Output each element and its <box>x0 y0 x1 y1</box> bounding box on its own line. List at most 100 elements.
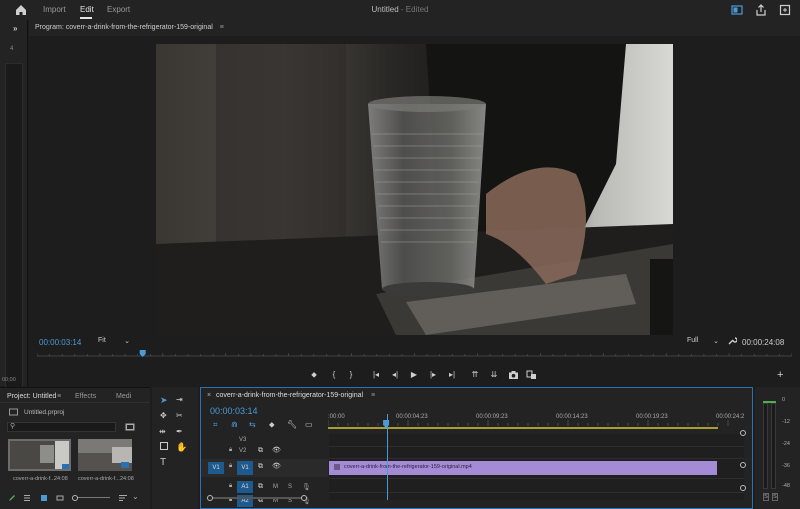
nest-icon[interactable]: ⌗ <box>213 420 218 430</box>
type-tool-icon[interactable]: T <box>160 457 166 468</box>
step-back-icon[interactable]: ◂| <box>389 370 401 380</box>
comparison-view-icon[interactable] <box>526 370 537 380</box>
add-marker-icon[interactable]: ⬥ <box>269 420 275 430</box>
microphone-icon[interactable]: 🎙︎ <box>302 483 311 491</box>
scrollbar-end-handle[interactable] <box>301 495 307 501</box>
lock-icon[interactable]: 🔒︎ <box>229 483 232 490</box>
tab-project[interactable]: Project: Untitled <box>7 393 56 400</box>
media-thumbnail[interactable] <box>78 439 132 471</box>
track-target-v1[interactable]: V1 <box>237 461 253 475</box>
step-forward-icon[interactable]: |▸ <box>427 370 439 380</box>
sync-lock-icon[interactable]: ⧉ <box>258 483 263 491</box>
meter-solo-left[interactable]: S <box>763 493 769 501</box>
eye-icon[interactable]: 👁︎ <box>272 446 281 454</box>
go-to-in-icon[interactable]: |◂ <box>370 370 382 380</box>
eye-icon[interactable]: 👁︎ <box>272 462 281 470</box>
media-thumbnail[interactable] <box>8 439 71 471</box>
tab-media-browser[interactable]: Medi <box>116 393 131 400</box>
play-icon[interactable]: ▶ <box>408 370 420 380</box>
pen-tool-icon[interactable]: ✒ <box>176 427 183 436</box>
settings-wrench-icon[interactable]: 🔧︎ <box>287 420 297 429</box>
vertical-zoom-handle[interactable] <box>740 485 746 491</box>
chevron-down-icon[interactable]: ⌄ <box>132 492 139 501</box>
collapsed-panel-bar <box>5 63 23 398</box>
sync-lock-icon[interactable]: ⧉ <box>258 463 263 471</box>
extract-icon[interactable]: ⇊ <box>488 370 500 380</box>
mark-out-icon[interactable]: } <box>345 370 357 380</box>
share-icon[interactable] <box>754 3 768 17</box>
project-search-input[interactable]: ⚲ <box>7 422 116 432</box>
source-timecode: 00;00 <box>2 377 16 383</box>
scrub-ticks <box>37 353 792 356</box>
project-file-name: Untitled.prproj <box>24 409 65 416</box>
video-frame[interactable] <box>156 44 673 335</box>
vertical-zoom-handle[interactable] <box>740 430 746 436</box>
settings-wrench-icon[interactable] <box>727 336 737 346</box>
icon-view-icon[interactable] <box>40 494 48 502</box>
source-monitor-collapsed: » 4 00;00 <box>0 20 28 398</box>
sort-icon[interactable] <box>118 494 128 502</box>
selection-tool-icon[interactable]: ➤ <box>160 395 168 406</box>
meter-solo-right[interactable]: S <box>772 493 778 501</box>
clip-name: coverr-a-drink-from-the-refrigerator-159… <box>344 464 472 470</box>
sequence-tab[interactable]: coverr-a-drink-from-the-refrigerator-159… <box>216 392 363 399</box>
go-to-out-icon[interactable]: ▸| <box>446 370 458 380</box>
track-name: V3 <box>239 437 247 443</box>
tab-divider <box>0 402 150 403</box>
track-area[interactable]: coverr-a-drink-from-the-refrigerator-159… <box>329 414 744 500</box>
lock-icon[interactable]: 🔒︎ <box>229 447 232 454</box>
add-marker-icon[interactable]: ⬥ <box>308 370 320 380</box>
mute-button[interactable]: M <box>273 484 278 490</box>
program-scrub-bar[interactable] <box>37 350 792 360</box>
playback-resolution-dropdown[interactable]: Full ⌄ <box>687 337 721 347</box>
freeform-view-icon[interactable] <box>56 494 64 502</box>
panel-menu-icon[interactable]: ≡ <box>371 392 375 399</box>
source-patch-v1[interactable]: V1 <box>208 462 224 474</box>
fullscreen-icon[interactable] <box>778 3 792 17</box>
chevron-down-icon: ⌄ <box>713 338 719 345</box>
track-select-tool-icon[interactable]: ⇥ <box>176 395 183 404</box>
ripple-edit-tool-icon[interactable]: ✥ <box>160 411 167 420</box>
zoom-level-dropdown[interactable]: Fit ⌄ <box>98 337 132 347</box>
hand-tool-icon[interactable]: ✋ <box>176 442 187 453</box>
new-bin-icon[interactable] <box>125 422 135 431</box>
track-divider <box>329 458 744 459</box>
tab-effects[interactable]: Effects <box>75 393 96 400</box>
pencil-icon[interactable] <box>8 494 16 502</box>
rectangle-tool-icon[interactable] <box>160 442 168 450</box>
timeline-playhead[interactable] <box>387 414 389 500</box>
program-monitor: Program: coverr-a-drink-from-the-refrige… <box>29 20 800 386</box>
sync-lock-icon[interactable]: ⧉ <box>258 447 263 455</box>
program-current-timecode[interactable]: 00:00:03:14 <box>39 338 81 347</box>
scrollbar-start-handle[interactable] <box>207 495 213 501</box>
button-editor-icon[interactable]: + <box>777 369 783 381</box>
ruler-label: 00:00:24:2 <box>716 414 745 420</box>
panel-menu-icon[interactable]: ≡ <box>220 24 224 31</box>
track-header-v3: V3 <box>201 436 328 445</box>
ruler-playhead-marker[interactable] <box>383 420 390 428</box>
captions-icon[interactable]: ▭ <box>305 420 313 429</box>
lift-icon[interactable]: ⇈ <box>469 370 481 380</box>
time-ruler[interactable]: :00:00 00:00:04:23 00:00:09:23 00:00:14:23 0… <box>328 408 748 432</box>
list-view-icon[interactable] <box>23 494 31 502</box>
thumbnail-size-slider[interactable] <box>72 495 112 501</box>
ruler-label: 00:00:04:23 <box>396 414 428 420</box>
export-frame-icon[interactable] <box>508 370 519 380</box>
timeline-timecode[interactable]: 00:00:03:14 <box>210 406 258 416</box>
panel-menu-icon[interactable]: ≡ <box>57 393 61 400</box>
horizontal-zoom-scrollbar[interactable] <box>207 495 307 501</box>
workspace-layout-icon[interactable] <box>730 3 744 17</box>
track-target-a1[interactable]: A1 <box>237 481 253 493</box>
razor-tool-icon[interactable]: ✂ <box>176 411 183 420</box>
document-status: - Edited <box>400 5 429 14</box>
mark-in-icon[interactable]: { <box>328 370 340 380</box>
slider-handle[interactable] <box>72 495 78 501</box>
close-icon[interactable]: × <box>207 392 211 399</box>
expand-panel-icon[interactable]: » <box>13 24 17 33</box>
linked-selection-icon[interactable]: ⇆ <box>249 420 256 429</box>
lock-icon[interactable]: 🔒︎ <box>229 463 232 470</box>
vertical-zoom-handle[interactable] <box>740 462 746 468</box>
solo-button[interactable]: S <box>288 484 292 490</box>
snap-icon[interactable]: ⋒ <box>231 420 238 429</box>
slip-tool-icon[interactable]: ⇹ <box>159 427 166 436</box>
